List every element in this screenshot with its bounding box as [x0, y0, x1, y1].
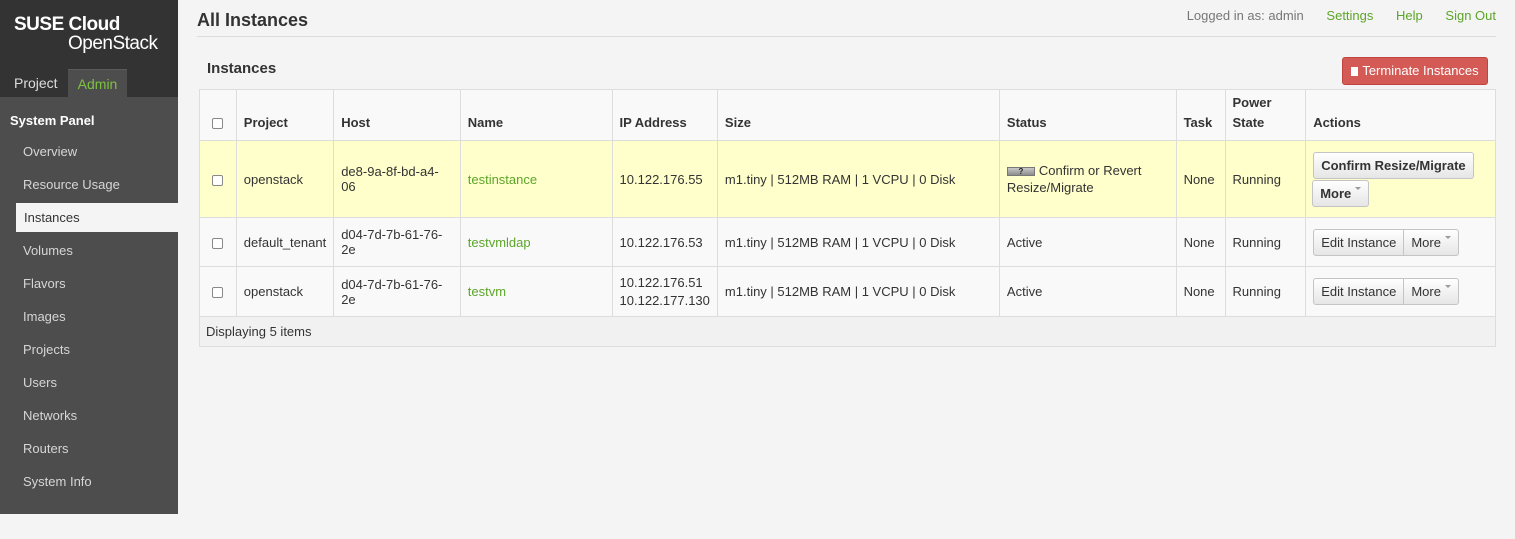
top-nav: Logged in as: admin Settings Help Sign O…	[1168, 8, 1496, 23]
instances-table: Project Host Name IP Address Size Status…	[199, 89, 1496, 347]
panel-title: System Panel	[10, 113, 95, 128]
cell-ip-address: 10.122.176.53	[611, 217, 718, 267]
sidebar-nav: Overview Resource Usage Instances Volume…	[0, 135, 178, 498]
ip-address-2: 10.122.177.130	[619, 292, 710, 308]
cell-actions: Confirm Resize/Migrate More	[1305, 140, 1496, 218]
tab-project[interactable]: Project	[8, 69, 64, 97]
sidebar-item-volumes[interactable]: Volumes	[0, 234, 178, 267]
power-state-header-line2: State	[1232, 115, 1265, 130]
column-header-task[interactable]: Task	[1175, 89, 1225, 141]
cell-project: openstack	[235, 140, 334, 218]
sidebar-item-instances[interactable]: Instances	[16, 203, 178, 232]
cell-project: default_tenant	[235, 217, 334, 267]
header-divider	[197, 36, 1496, 37]
brand-logo[interactable]: SUSE Cloud OpenStack Project Admin	[0, 0, 178, 97]
cell-actions: Edit Instance More	[1305, 217, 1496, 267]
status-question-icon: ?	[1006, 167, 1035, 176]
cell-ip-address: 10.122.176.55	[611, 140, 718, 218]
cell-power-state: Running	[1224, 266, 1306, 317]
sidebar-item-system-info[interactable]: System Info	[0, 465, 178, 498]
cell-status: ? Confirm or Revert Resize/Migrate	[998, 140, 1177, 218]
column-header-project[interactable]: Project	[235, 89, 334, 141]
ip-address-1: 10.122.176.51	[619, 274, 703, 290]
power-state-header-line1: Power	[1232, 95, 1272, 110]
table-header-row: Project Host Name IP Address Size Status…	[200, 89, 1496, 141]
help-link[interactable]: Help	[1396, 8, 1423, 23]
table-title: Instances	[207, 60, 277, 77]
caret-down-icon	[1355, 186, 1362, 190]
cell-power-state: Running	[1224, 140, 1306, 218]
sidebar-item-flavors[interactable]: Flavors	[0, 267, 178, 300]
cell-host: d04-7d-7b-61-76-2e	[333, 217, 461, 267]
instance-name-link[interactable]: testinstance	[468, 172, 537, 187]
select-all-checkbox[interactable]	[212, 118, 224, 130]
cell-size: m1.tiny | 512MB RAM | 1 VCPU | 0 Disk	[716, 140, 1000, 218]
brand-line-2: OpenStack	[68, 33, 158, 54]
cell-project: openstack	[235, 266, 334, 317]
caret-down-icon	[1444, 285, 1451, 288]
table-footer-row: Displaying 5 items	[199, 316, 1496, 347]
column-header-ip-address[interactable]: IP Address	[611, 89, 718, 141]
instance-name-link[interactable]: testvmldap	[468, 235, 531, 250]
table-row: default_tenant d04-7d-7b-61-76-2e testvm…	[199, 217, 1496, 267]
column-header-size[interactable]: Size	[716, 89, 1000, 141]
terminate-instances-button[interactable]: Terminate Instances	[1342, 57, 1488, 85]
column-header-host[interactable]: Host	[333, 89, 461, 141]
table-footer-count: Displaying 5 items	[206, 324, 312, 339]
column-header-name[interactable]: Name	[459, 89, 613, 141]
more-dropdown-button[interactable]: More	[1404, 228, 1459, 256]
instance-name-link[interactable]: testvm	[468, 284, 506, 299]
cell-task: None	[1175, 266, 1225, 317]
logged-in-text: Logged in as: admin	[1186, 8, 1304, 23]
column-header-actions: Actions	[1305, 89, 1496, 141]
sidebar: SUSE Cloud OpenStack Project Admin Syste…	[0, 0, 178, 514]
cell-task: None	[1175, 140, 1225, 218]
row-checkbox[interactable]	[212, 237, 224, 249]
settings-link[interactable]: Settings	[1326, 8, 1373, 23]
more-label: More	[1320, 185, 1352, 201]
edit-instance-button[interactable]: Edit Instance	[1313, 228, 1405, 256]
sign-out-link[interactable]: Sign Out	[1445, 8, 1496, 23]
sidebar-item-networks[interactable]: Networks	[0, 399, 178, 432]
more-dropdown-button[interactable]: More	[1312, 179, 1370, 207]
terminate-instances-label: Terminate Instances	[1362, 63, 1479, 78]
column-header-status[interactable]: Status	[998, 89, 1177, 141]
tab-admin[interactable]: Admin	[68, 69, 127, 97]
cell-ip-address: 10.122.176.51 10.122.177.130	[611, 266, 718, 317]
more-dropdown-button[interactable]: More	[1404, 278, 1459, 305]
sidebar-item-projects[interactable]: Projects	[0, 333, 178, 366]
column-header-power-state[interactable]: Power State	[1224, 89, 1306, 141]
sidebar-item-routers[interactable]: Routers	[0, 432, 178, 465]
table-row: openstack de8-9a-8f-bd-a4-06 testinstanc…	[199, 140, 1496, 218]
row-checkbox[interactable]	[212, 174, 224, 186]
page-title: All Instances	[197, 10, 309, 30]
action-button-group: Edit Instance More	[1313, 278, 1459, 305]
table-row: openstack d04-7d-7b-61-76-2e testvm 10.1…	[199, 266, 1496, 317]
more-label: More	[1411, 284, 1441, 299]
cell-task: None	[1175, 217, 1225, 267]
caret-down-icon	[1444, 235, 1451, 239]
confirm-resize-migrate-button[interactable]: Confirm Resize/Migrate	[1313, 151, 1474, 179]
trash-icon	[1351, 67, 1359, 76]
cell-power-state: Running	[1224, 217, 1306, 267]
sidebar-item-images[interactable]: Images	[0, 300, 178, 333]
cell-size: m1.tiny | 512MB RAM | 1 VCPU | 0 Disk	[716, 266, 1000, 317]
cell-host: de8-9a-8f-bd-a4-06	[333, 140, 461, 218]
sidebar-item-resource-usage[interactable]: Resource Usage	[0, 168, 178, 201]
sidebar-item-overview[interactable]: Overview	[0, 135, 178, 168]
cell-actions: Edit Instance More	[1305, 266, 1496, 317]
cell-size: m1.tiny | 512MB RAM | 1 VCPU | 0 Disk	[716, 217, 1000, 267]
more-label: More	[1411, 234, 1441, 250]
action-button-group: Edit Instance More	[1313, 228, 1459, 256]
cell-status: Active	[998, 266, 1177, 317]
cell-host: d04-7d-7b-61-76-2e	[333, 266, 461, 317]
edit-instance-button[interactable]: Edit Instance	[1313, 278, 1405, 305]
row-checkbox[interactable]	[212, 287, 224, 299]
cell-status: Active	[998, 217, 1177, 267]
sidebar-item-users[interactable]: Users	[0, 366, 178, 399]
